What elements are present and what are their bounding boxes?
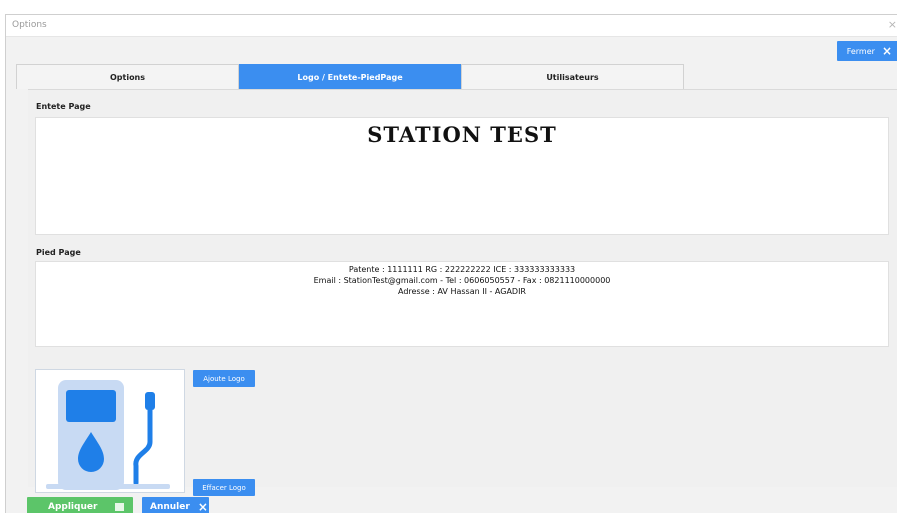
header-content: STATION TEST <box>367 122 557 147</box>
save-icon <box>115 503 124 511</box>
delete-logo-button[interactable]: Effacer Logo <box>193 479 255 496</box>
footer-content: Patente : 1111111 RG : 222222222 ICE : 3… <box>36 264 888 297</box>
header-editor[interactable]: STATION TEST <box>35 117 889 235</box>
tab-options[interactable]: Options <box>16 64 239 89</box>
close-button[interactable]: Fermer × <box>837 41 897 61</box>
apply-button-label: Appliquer <box>48 502 98 512</box>
cancel-icon: × <box>197 500 208 513</box>
apply-button[interactable]: Appliquer <box>27 497 133 513</box>
tab-logo-header-footer[interactable]: Logo / Entete-PiedPage <box>239 64 461 89</box>
tab-bar: Options Logo / Entete-PiedPage Utilisate… <box>16 64 684 89</box>
tab-panel-logo: Entete Page STATION TEST Pied Page Paten… <box>28 89 897 496</box>
window-close-icon[interactable]: × <box>888 18 897 31</box>
footer-line-contact: Email : StationTest@gmail.com - Tel : 06… <box>313 276 611 285</box>
footer-section-label: Pied Page <box>36 248 81 257</box>
window-title: Options <box>12 20 47 30</box>
footer-line-address: Adresse : AV Hassan II - AGADIR <box>397 287 526 296</box>
fuel-pump-icon <box>46 380 170 490</box>
header-section-label: Entete Page <box>36 102 91 111</box>
footer-line-patente: Patente : 1111111 RG : 222222222 ICE : 3… <box>348 265 576 274</box>
cancel-button-label: Annuler <box>150 502 190 512</box>
footer-editor[interactable]: Patente : 1111111 RG : 222222222 ICE : 3… <box>35 261 889 347</box>
close-icon: × <box>881 44 892 58</box>
add-logo-button[interactable]: Ajoute Logo <box>193 370 255 387</box>
options-window: Options × Fermer × Options Logo / Entete… <box>5 14 897 513</box>
close-button-label: Fermer <box>846 46 875 56</box>
title-bar: Options × <box>6 15 897 37</box>
tab-users[interactable]: Utilisateurs <box>461 64 684 89</box>
cancel-button[interactable]: Annuler × <box>142 497 209 513</box>
logo-preview <box>35 369 185 493</box>
